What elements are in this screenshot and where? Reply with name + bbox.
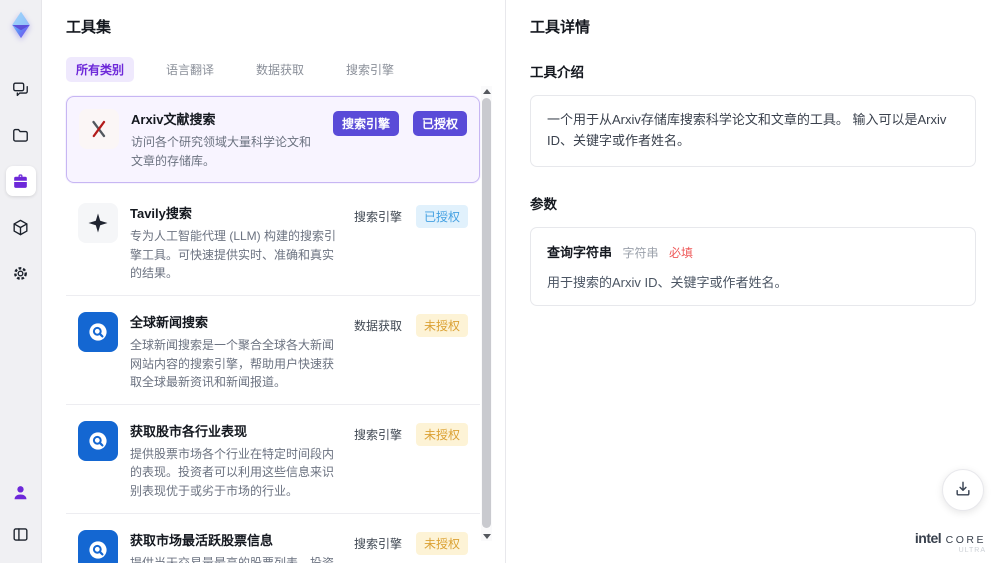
core-wordmark: CORE (945, 533, 986, 546)
tool-auth-badge: 未授权 (415, 422, 468, 446)
sidebar-item-panel-toggle[interactable] (6, 519, 36, 549)
scroll-down-icon[interactable] (481, 531, 492, 541)
tavily-star-icon (78, 203, 118, 244)
chat-icon (11, 80, 30, 99)
scrollbar-thumb[interactable] (482, 98, 491, 528)
tool-category-tag: 搜索引擎 (353, 536, 402, 551)
tool-title: 获取股市各行业表现 (130, 423, 248, 439)
page-title: 工具集 (66, 19, 112, 36)
tool-title: Arxiv文献搜索 (131, 112, 216, 127)
tool-intro-text: 一个用于从Arxiv存储库搜索科学论文和文章的工具。 输入可以是Arxiv ID… (530, 95, 976, 167)
sidebar-item-chat[interactable] (6, 74, 36, 104)
app-logo-icon (6, 10, 36, 40)
tool-category-tag: 搜索引擎 (353, 427, 402, 442)
tool-card[interactable]: 获取股市各行业表现 提供股票市场各个行业在特定时间段内的表现。投资者可以利用这些… (66, 408, 480, 514)
tool-description: 提供当天交易量最高的股票列表，投资者可以利用这些信息来识别流动性强的股票和潜在的… (130, 555, 335, 563)
app-window: 工具集 所有类别 语言翻译 数据获取 搜索引擎 Arxiv文献搜索 访问各个研究领域大… (0, 0, 1000, 563)
list-scrollbar[interactable] (481, 86, 492, 541)
sidebar-item-tools[interactable] (5, 166, 36, 196)
ultra-wordmark: ULTRA (958, 547, 986, 555)
download-button[interactable] (942, 469, 984, 511)
tool-description: 专为人工智能代理 (LLM) 构建的搜索引擎工具。可快速提供实时、准确和真实的结… (130, 229, 337, 281)
folder-icon (11, 126, 30, 145)
params-heading: 参数 (530, 196, 557, 212)
tool-detail-pane: 工具详情 工具介绍 一个用于从Arxiv存储库搜索科学论文和文章的工具。 输入可… (505, 0, 1000, 563)
tool-title: 获取市场最活跃股票信息 (130, 532, 274, 548)
param-required-label: 必填 (668, 245, 693, 260)
category-tab[interactable]: 数据获取 (246, 57, 314, 82)
sidebar-item-models[interactable] (6, 212, 36, 242)
stock-sector-icon (78, 420, 118, 461)
download-icon (953, 479, 973, 502)
intel-wordmark: intel (914, 529, 942, 546)
detail-title: 工具详情 (530, 19, 591, 36)
sidebar-item-files[interactable] (6, 120, 36, 150)
intro-heading: 工具介绍 (530, 65, 584, 80)
tool-card[interactable]: Tavily搜索 专为人工智能代理 (LLM) 构建的搜索引擎工具。可快速提供实… (66, 191, 480, 296)
category-tab[interactable]: 语言翻译 (156, 57, 224, 82)
category-tab[interactable]: 搜索引擎 (336, 57, 404, 82)
sidebar-item-account[interactable] (6, 477, 36, 507)
category-tab[interactable]: 所有类别 (66, 57, 135, 82)
rail-bottom (6, 477, 36, 553)
sidebar-item-settings[interactable] (6, 258, 36, 288)
tool-title: 全球新闻搜索 (130, 314, 209, 330)
tool-auth-badge: 未授权 (415, 313, 468, 337)
cube-icon (11, 218, 30, 237)
user-icon (11, 483, 30, 502)
panel-icon (11, 525, 30, 544)
tool-list: Arxiv文献搜索 访问各个研究领域大量科学论文和文章的存储库。 搜索引擎 已授… (66, 96, 480, 563)
tool-auth-badge: 已授权 (415, 205, 468, 229)
arxiv-icon (79, 109, 119, 149)
category-tabs: 所有类别 语言翻译 数据获取 搜索引擎 (66, 57, 505, 82)
app-sidebar (0, 0, 42, 563)
scroll-up-icon[interactable] (481, 86, 492, 96)
param-description: 用于搜索的Arxiv ID、关键字或作者姓名。 (547, 274, 788, 290)
param-card: 查询字符串 字符串 必填 用于搜索的Arxiv ID、关键字或作者姓名。 (530, 226, 976, 306)
tool-description: 提供股票市场各个行业在特定时间段内的表现。投资者可以利用这些信息来识别表现优于或… (130, 446, 335, 498)
tool-category-tag: 数据获取 (353, 318, 402, 333)
rail-nav (5, 74, 36, 288)
tool-auth-badge: 未授权 (415, 531, 468, 555)
tool-category-tag: 搜索引擎 (332, 111, 399, 136)
param-head: 查询字符串 字符串 必填 (547, 242, 959, 262)
tool-description: 全球新闻搜索是一个聚合全球各大新闻网站内容的搜索引擎，帮助用户快速获取全球最新资… (130, 337, 335, 390)
tool-category-tag: 搜索引擎 (353, 210, 402, 225)
news-search-icon (78, 311, 118, 352)
stock-active-icon (78, 529, 118, 563)
tool-card[interactable]: Arxiv文献搜索 访问各个研究领域大量科学论文和文章的存储库。 搜索引擎 已授… (66, 96, 480, 184)
gear-icon (11, 264, 30, 283)
tool-auth-badge: 已授权 (412, 111, 467, 136)
intel-core-logo: intel CORE ULTRA (915, 530, 986, 555)
tool-card[interactable]: 全球新闻搜索 全球新闻搜索是一个聚合全球各大新闻网站内容的搜索引擎，帮助用户快速… (66, 299, 480, 405)
tool-title: Tavily搜索 (130, 206, 192, 222)
tool-description: 访问各个研究领域大量科学论文和文章的存储库。 (131, 135, 312, 168)
param-name: 查询字符串 (547, 244, 613, 260)
tool-list-pane: 工具集 所有类别 语言翻译 数据获取 搜索引擎 Arxiv文献搜索 访问各个研究领域大… (42, 0, 505, 563)
briefcase-icon (11, 172, 30, 191)
param-type: 字符串 (622, 245, 659, 260)
tool-card[interactable]: 获取市场最活跃股票信息 提供当天交易量最高的股票列表，投资者可以利用这些信息来识… (66, 517, 480, 563)
